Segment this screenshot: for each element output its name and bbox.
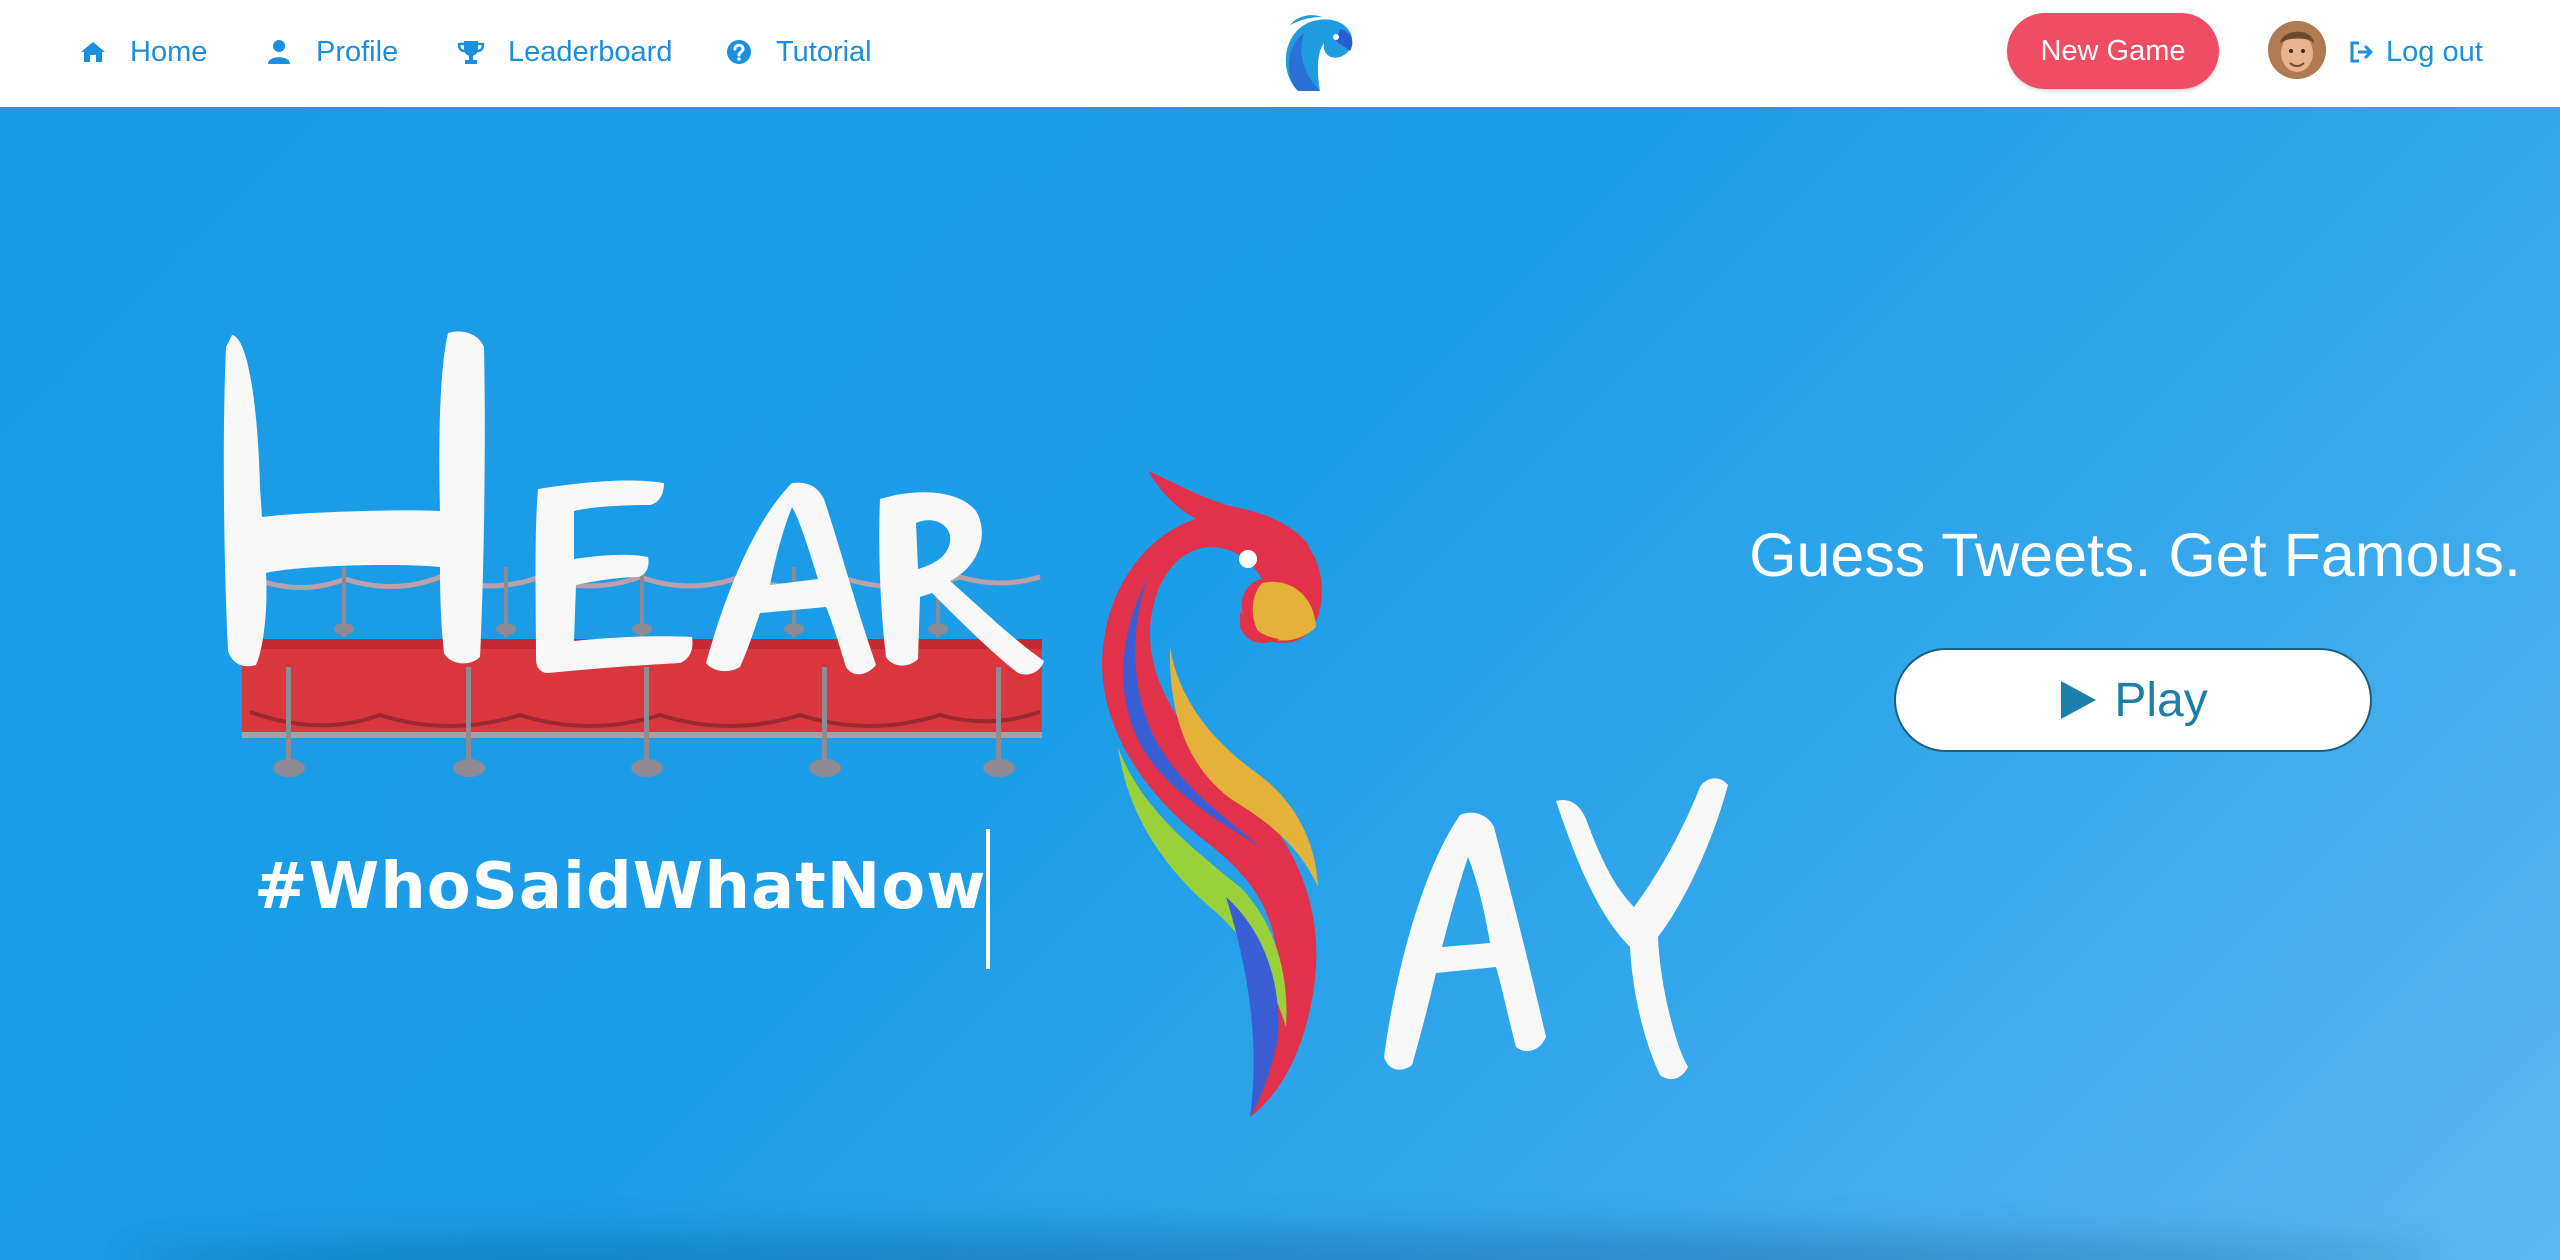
play-icon [2061, 681, 2097, 719]
home-icon [78, 37, 108, 67]
avatar[interactable] [2268, 21, 2326, 79]
parrot-logo-icon[interactable] [1278, 11, 1358, 95]
tagline: Guess Tweets. Get Famous. [1749, 521, 2521, 589]
nav-profile-label: Profile [316, 35, 399, 68]
hero-section: #WhoSaidWhatNow Guess Tweets. Get Famous… [0, 107, 2560, 1260]
nav-tutorial-label: Tutorial [776, 35, 872, 68]
new-game-button[interactable]: New Game [2007, 13, 2219, 89]
nav-profile-link[interactable]: Profile [264, 30, 398, 74]
nav-home-link[interactable]: Home [78, 30, 207, 74]
logout-link[interactable]: Log out [2348, 30, 2483, 74]
hashtag-text: #WhoSaidWhatNow [254, 850, 987, 924]
question-circle-icon [724, 37, 754, 67]
parrot-s-graphic [1102, 471, 1322, 1117]
play-label: Play [2114, 673, 2208, 727]
logout-label: Log out [2386, 35, 2483, 68]
top-navbar: Home Profile Leaderboard Tutorial New Ga… [0, 0, 2560, 108]
trophy-icon [456, 37, 486, 67]
nav-home-label: Home [130, 35, 208, 68]
sign-out-icon [2348, 39, 2374, 65]
user-icon [264, 37, 294, 67]
red-carpet-graphic [242, 567, 1042, 777]
nav-tutorial-link[interactable]: Tutorial [724, 30, 872, 74]
nav-leaderboard-link[interactable]: Leaderboard [456, 30, 672, 74]
play-button[interactable]: Play [1894, 648, 2372, 752]
hear-word-graphic [223, 331, 1044, 675]
text-cursor [986, 829, 990, 969]
hearsay-logo [223, 331, 1728, 1117]
nav-leaderboard-label: Leaderboard [508, 35, 673, 68]
ay-word-graphic [1384, 778, 1728, 1080]
